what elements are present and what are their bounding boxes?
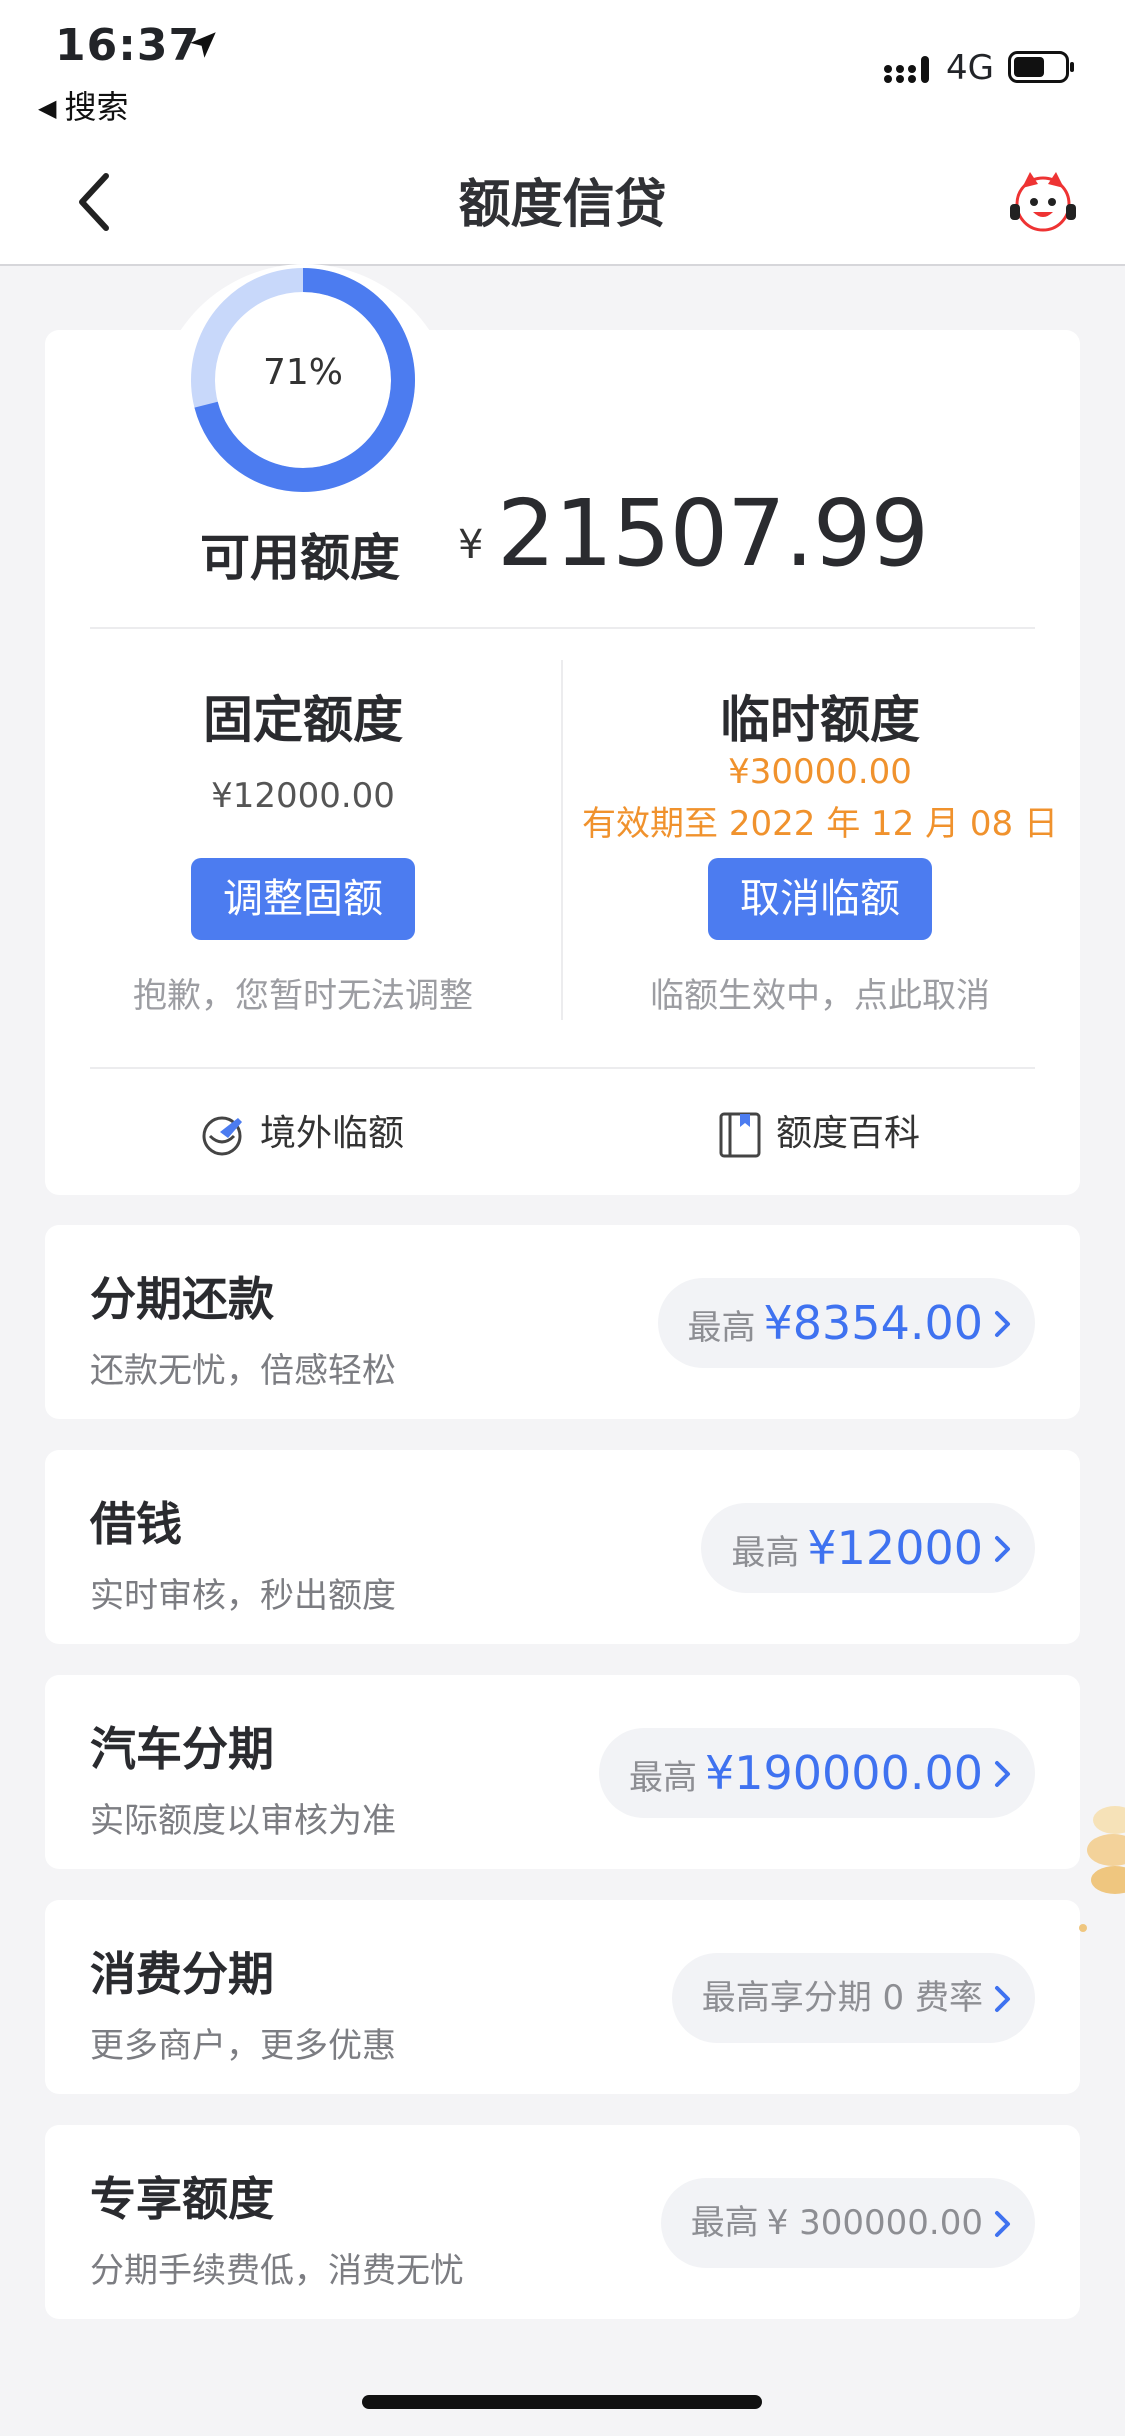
usage-percent: 71% (262, 352, 343, 393)
back-app-label: 搜索 (64, 88, 129, 126)
signal-icon (884, 56, 929, 83)
chevron-right-icon (995, 1761, 1010, 1787)
fixed-credit-title: 固定额度 (203, 691, 403, 749)
fixed-credit-note: 抱歉，您暂时无法调整 (133, 976, 473, 1016)
product-subtitle: 分期手续费低，消费无忧 (90, 2251, 464, 2291)
mascot-avatar-icon[interactable] (1008, 166, 1078, 236)
back-triangle-icon: ◀ (38, 94, 57, 122)
nav-bar: 额度信贷 (0, 140, 1125, 266)
book-icon (719, 1112, 761, 1158)
temp-credit-validity: 有效期至 2022 年 12 月 08 日 (582, 804, 1058, 844)
product-limit-pill[interactable]: 最高享分期 0 费率 (671, 1953, 1035, 2043)
product-card-car-installment[interactable]: 汽车分期 实际额度以审核为准 最高 ¥190000.00 (45, 1675, 1080, 1869)
back-to-app-link[interactable]: ◀ 搜索 (38, 82, 128, 128)
plane-globe-icon (202, 1116, 242, 1156)
product-card-installment-repay[interactable]: 分期还款 还款无忧，倍感轻松 最高 ¥8354.00 (45, 1225, 1080, 1419)
product-limit-pill[interactable]: 最高 ¥ 300000.00 (660, 2178, 1035, 2268)
limit-amount: ¥ 300000.00 (766, 2203, 983, 2243)
product-limit-pill[interactable]: 最高 ¥190000.00 (598, 1728, 1035, 1818)
page-title: 额度信贷 (458, 175, 667, 235)
product-subtitle: 更多商户，更多优惠 (90, 2026, 396, 2066)
product-title: 汽车分期 (90, 1722, 274, 1776)
status-time: 16:37 (55, 20, 201, 71)
chevron-right-icon (995, 1536, 1010, 1562)
temp-credit-note[interactable]: 临额生效中，点此取消 (590, 968, 1050, 1017)
limit-amount: ¥8354.00 (763, 1296, 984, 1350)
product-subtitle: 实时审核，秒出额度 (90, 1576, 396, 1616)
product-card-consumer-installment[interactable]: 消费分期 更多商户，更多优惠 最高享分期 0 费率 (45, 1900, 1080, 2094)
product-subtitle: 实际额度以审核为准 (90, 1801, 396, 1841)
chevron-right-icon (995, 1986, 1010, 2012)
temp-credit-title: 临时额度 (720, 691, 920, 749)
credit-wiki-link[interactable]: 额度百科 (718, 1104, 920, 1159)
overseas-credit-label: 境外临额 (260, 1113, 405, 1154)
divider (90, 1067, 1035, 1069)
product-card-exclusive-credit[interactable]: 专享额度 分期手续费低，消费无忧 最高 ¥ 300000.00 (45, 2125, 1080, 2319)
product-limit-pill[interactable]: 最高 ¥12000 (701, 1503, 1035, 1593)
location-arrow-icon (190, 32, 216, 58)
product-limit-pill[interactable]: 最高 ¥8354.00 (657, 1278, 1035, 1368)
limit-prefix: 最高 (690, 2203, 759, 2243)
divider (90, 627, 1035, 629)
status-bar: 16:37 ◀ 搜索 4G (0, 0, 1125, 140)
temp-credit-amount: ¥30000.00 (728, 752, 912, 792)
currency-symbol: ¥ (458, 522, 484, 568)
cancel-temp-button[interactable]: 取消临额 (708, 858, 932, 940)
credit-wiki-label: 额度百科 (776, 1113, 921, 1154)
limit-prefix: 最高 (628, 1758, 697, 1798)
product-card-borrow[interactable]: 借钱 实时审核，秒出额度 最高 ¥12000 (45, 1450, 1080, 1644)
product-title: 消费分期 (90, 1947, 274, 2001)
coin-stack-decoration-icon[interactable] (1075, 1780, 1125, 1940)
product-title: 借钱 (90, 1497, 182, 1551)
product-subtitle: 还款无忧，倍感轻松 (90, 1351, 396, 1391)
limit-amount: ¥12000 (807, 1521, 983, 1575)
limit-prefix: 最高享分期 0 费率 (701, 1978, 983, 2018)
chevron-right-icon (995, 2211, 1010, 2237)
adjust-fixed-button[interactable]: 调整固额 (191, 858, 415, 940)
limit-amount: ¥190000.00 (704, 1746, 983, 1800)
network-type: 4G (946, 48, 994, 88)
product-title: 专享额度 (90, 2172, 274, 2226)
fixed-credit-amount: ¥12000.00 (211, 776, 395, 816)
limit-prefix: 最高 (731, 1533, 800, 1573)
battery-icon (1008, 51, 1074, 83)
product-title: 分期还款 (90, 1272, 274, 1326)
chevron-right-icon (995, 1311, 1010, 1337)
available-amount: 21507.99 (497, 480, 929, 587)
overseas-credit-link[interactable]: 境外临额 (200, 1104, 404, 1158)
limit-prefix: 最高 (687, 1308, 756, 1348)
available-label: 可用额度 (200, 529, 400, 587)
home-indicator[interactable] (362, 2395, 762, 2409)
